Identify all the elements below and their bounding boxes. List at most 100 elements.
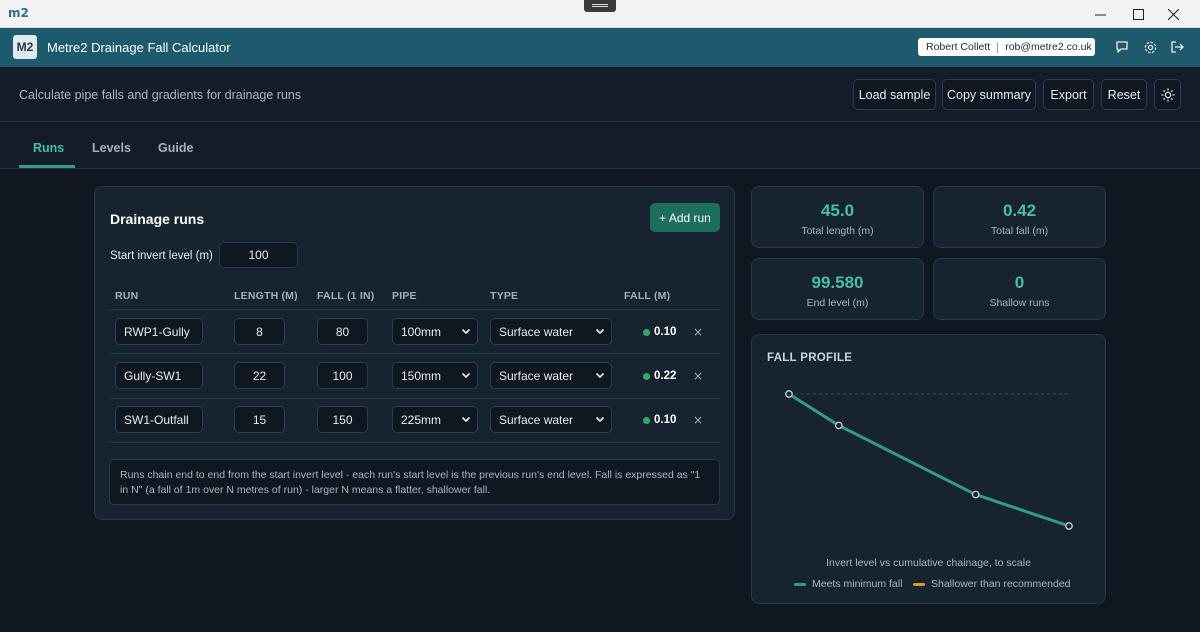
length-input[interactable]: 22 <box>234 362 285 389</box>
app-logo: m2 <box>8 6 29 20</box>
load-sample-button[interactable]: Load sample <box>853 79 936 110</box>
remove-run-button[interactable]: × <box>693 413 703 427</box>
tab-bar: Runs Levels Guide <box>0 122 1200 169</box>
type-select[interactable]: Surface water <box>490 362 612 389</box>
header-fall-m: FALL (M) <box>624 290 671 302</box>
chat-icon[interactable] <box>1112 37 1132 57</box>
header-length: LENGTH (M) <box>234 290 298 302</box>
tab-runs[interactable]: Runs <box>33 141 64 155</box>
legend-item-shallow: Shallower than recommended <box>913 578 1071 590</box>
fall-value-text: 0.10 <box>654 326 677 338</box>
export-button[interactable]: Export <box>1043 79 1094 110</box>
fall-value-text: 0.10 <box>654 414 677 426</box>
stat-value: 45.0 <box>820 201 855 220</box>
settings-icon[interactable] <box>1140 37 1160 57</box>
stat-end-level: 99.580 End level (m) <box>751 258 924 320</box>
app-header: M2 Metre2 Drainage Fall Calculator Rober… <box>0 28 1200 67</box>
stat-label: Shallow runs <box>989 297 1050 309</box>
pipe-select[interactable]: 225mm <box>392 406 478 433</box>
length-input[interactable]: 8 <box>234 318 285 345</box>
window-titlebar: m2 <box>0 0 1200 28</box>
profile-segment <box>974 493 1071 528</box>
type-select-value: Surface water <box>499 324 574 339</box>
user-name: Robert Collett <box>926 41 991 53</box>
user-pill[interactable]: Robert Collett rob@metre2.co.uk <box>918 38 1095 56</box>
header-pipe: PIPE <box>392 290 417 302</box>
stat-shallow-runs: 0 Shallow runs <box>933 258 1106 320</box>
fall-ratio-input[interactable]: 150 <box>317 406 368 433</box>
toolbar: Calculate pipe falls and gradients for d… <box>0 67 1200 122</box>
stat-value: 0 <box>1014 273 1025 292</box>
start-invert-input[interactable]: 100 <box>219 242 298 268</box>
remove-run-button[interactable]: × <box>693 325 703 339</box>
stat-total-fall: 0.42 Total fall (m) <box>933 186 1106 248</box>
pipe-select-value: 150mm <box>401 368 442 383</box>
fall-ratio-input[interactable]: 80 <box>317 318 368 345</box>
header-run: RUN <box>115 290 139 302</box>
legend-item-meets: Meets minimum fall <box>794 578 902 590</box>
profile-segment <box>787 392 841 427</box>
minimize-icon[interactable] <box>1083 0 1117 28</box>
fall-value: 0.10 <box>643 326 676 338</box>
copy-summary-button[interactable]: Copy summary <box>942 79 1036 110</box>
close-icon[interactable] <box>1156 0 1190 28</box>
profile-node <box>971 490 980 499</box>
tab-guide[interactable]: Guide <box>158 141 193 155</box>
chevron-down-icon <box>461 372 471 379</box>
user-separator <box>997 41 999 53</box>
run-name-input[interactable]: RWP1-Gully <box>115 318 203 345</box>
chevron-down-icon <box>461 328 471 335</box>
header-type: TYPE <box>490 290 519 302</box>
run-name-input[interactable]: SW1-Outfall <box>115 406 203 433</box>
maximize-icon[interactable] <box>1121 0 1155 28</box>
chevron-down-icon <box>595 328 605 335</box>
app-title: Metre2 Drainage Fall Calculator <box>47 40 231 55</box>
type-select[interactable]: Surface water <box>490 318 612 345</box>
pipe-select-value: 225mm <box>401 412 442 427</box>
length-input[interactable]: 15 <box>234 406 285 433</box>
profile-caption: Invert level vs cumulative chainage, to … <box>826 557 1031 569</box>
type-select-value: Surface water <box>499 412 574 427</box>
chevron-down-icon <box>461 416 471 423</box>
remove-run-button[interactable]: × <box>693 369 703 383</box>
drainage-runs-card: Drainage runs + Add run Start invert lev… <box>94 186 735 520</box>
type-select-value: Surface water <box>499 368 574 383</box>
status-dot <box>643 328 650 336</box>
profile-segment <box>837 423 978 497</box>
stat-label: Total length (m) <box>801 225 874 237</box>
tab-levels[interactable]: Levels <box>92 141 131 155</box>
row-divider <box>109 442 720 443</box>
pipe-select[interactable]: 150mm <box>392 362 478 389</box>
chevron-down-icon <box>595 372 605 379</box>
sun-icon <box>1161 88 1174 101</box>
fall-profile-chart <box>785 390 1073 530</box>
run-name-input[interactable]: Gully-SW1 <box>115 362 203 389</box>
stat-total-length: 45.0 Total length (m) <box>751 186 924 248</box>
fall-profile-card: FALL PROFILE Invert level vs cumulative … <box>751 334 1106 604</box>
row-divider <box>109 398 720 399</box>
page-subtitle: Calculate pipe falls and gradients for d… <box>19 88 302 102</box>
add-run-button[interactable]: + Add run <box>650 203 720 232</box>
type-select[interactable]: Surface water <box>490 406 612 433</box>
pipe-select[interactable]: 100mm <box>392 318 478 345</box>
profile-node <box>785 390 793 398</box>
reset-button[interactable]: Reset <box>1101 79 1147 110</box>
header-fall-ratio: FALL (1 IN) <box>317 290 375 302</box>
runs-title: Drainage runs <box>110 211 205 227</box>
active-tab-indicator <box>19 165 75 168</box>
header-divider <box>109 309 720 310</box>
snap-grip[interactable] <box>584 0 616 12</box>
pipe-select-value: 100mm <box>401 324 442 339</box>
user-email: rob@metre2.co.uk <box>1005 41 1092 53</box>
legend-swatch <box>913 582 925 586</box>
fall-ratio-input[interactable]: 100 <box>317 362 368 389</box>
row-divider <box>109 353 720 354</box>
logout-icon[interactable] <box>1167 37 1187 57</box>
stat-label: End level (m) <box>806 297 869 309</box>
stat-label: Total fall (m) <box>990 225 1049 237</box>
fall-value-text: 0.22 <box>654 370 677 382</box>
status-dot <box>643 372 650 380</box>
theme-toggle-button[interactable] <box>1154 79 1181 110</box>
status-dot <box>643 416 650 424</box>
profile-node <box>1065 522 1073 530</box>
